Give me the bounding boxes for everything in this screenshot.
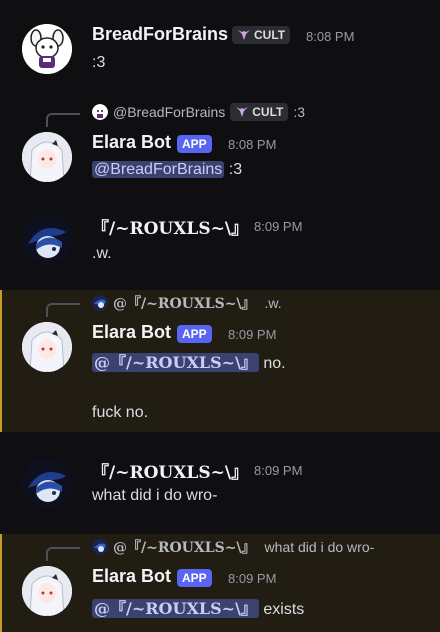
message-text: .w. <box>92 245 112 262</box>
author-name[interactable]: 『/~ROUXLS~\』 <box>92 458 248 483</box>
message-text-line-2: fuck no. <box>92 404 149 421</box>
reply-preview[interactable]: @BreadForBrains CULT :3 <box>92 103 305 121</box>
author-name[interactable]: 『/~ROUXLS~\』 <box>92 214 248 239</box>
reply-spine <box>46 113 80 127</box>
guild-tag[interactable]: CULT <box>232 26 291 44</box>
message-rouxls-2: 『/~ROUXLS~\』 8:09 PM what did i do wro- <box>0 432 440 534</box>
chat-log: BreadForBrains CULT 8:08 PM :3 @BreadFor… <box>0 0 440 632</box>
message-text: @『/~ROUXLS~\』 exists <box>92 595 304 619</box>
reply-guild-tag: CULT <box>230 103 289 121</box>
timestamp: 8:08 PM <box>228 137 277 152</box>
reply-author: @BreadForBrains <box>113 104 226 120</box>
reply-guild-tag-label: CULT <box>252 105 284 119</box>
user-mention[interactable]: @『/~ROUXLS~\』 <box>92 599 259 618</box>
timestamp: 8:09 PM <box>228 571 277 586</box>
guild-tag-label: CULT <box>254 28 286 42</box>
message-elara-1: @BreadForBrains CULT :3 Elara Bot APP 8:… <box>0 100 440 196</box>
rouxls-avatar[interactable] <box>22 214 72 264</box>
goat-head-icon <box>236 107 249 117</box>
reply-author: @『/~ROUXLS~\』 <box>113 540 256 556</box>
message-text-content: :3 <box>228 161 243 178</box>
message-text-content: exists <box>263 601 305 618</box>
elara-avatar[interactable] <box>22 132 72 182</box>
user-mention[interactable]: @BreadForBrains <box>92 161 225 178</box>
timestamp: 8:09 PM <box>254 219 303 234</box>
message-elara-3: @『/~ROUXLS~\』 what did i do wro- Elara B… <box>0 534 440 632</box>
reply-avatar <box>92 295 108 311</box>
reply-preview[interactable]: @『/~ROUXLS~\』 what did i do wro- <box>92 537 374 557</box>
message-text: :3 <box>92 54 106 71</box>
reply-avatar <box>92 104 108 120</box>
message-text: @BreadForBrains :3 <box>92 161 242 179</box>
goat-head-icon <box>238 30 250 40</box>
message-text: @『/~ROUXLS~\』 no. <box>92 349 286 373</box>
message-text: what did i do wro- <box>92 487 218 504</box>
reply-avatar <box>92 539 108 555</box>
timestamp: 8:09 PM <box>254 463 303 478</box>
author-name[interactable]: Elara Bot <box>92 322 171 343</box>
user-mention[interactable]: @『/~ROUXLS~\』 <box>92 353 259 372</box>
breadforbrains-avatar[interactable] <box>22 24 72 74</box>
app-badge: APP <box>177 135 212 153</box>
reply-spine <box>46 303 80 317</box>
author-name[interactable]: Elara Bot <box>92 132 171 153</box>
author-name[interactable]: Elara Bot <box>92 566 171 587</box>
reply-preview[interactable]: @『/~ROUXLS~\』 .w. <box>92 293 282 313</box>
rouxls-avatar[interactable] <box>22 458 72 508</box>
elara-avatar[interactable] <box>22 322 72 372</box>
reply-author: @『/~ROUXLS~\』 <box>113 296 256 312</box>
elara-avatar[interactable] <box>22 566 72 616</box>
author-name[interactable]: BreadForBrains <box>92 24 228 45</box>
reply-text: :3 <box>293 104 306 120</box>
reply-text: what did i do wro- <box>264 539 375 555</box>
message-breadforbrains: BreadForBrains CULT 8:08 PM :3 <box>0 0 440 100</box>
reply-text: .w. <box>264 295 282 311</box>
timestamp: 8:08 PM <box>306 29 355 44</box>
message-text-content: no. <box>263 355 286 372</box>
timestamp: 8:09 PM <box>228 327 277 342</box>
message-rouxls-1: 『/~ROUXLS~\』 8:09 PM .w. <box>0 196 440 290</box>
message-elara-2: @『/~ROUXLS~\』 .w. Elara Bot APP 8:09 PM … <box>0 290 440 432</box>
reply-spine <box>46 547 80 561</box>
app-badge: APP <box>177 325 212 343</box>
app-badge: APP <box>177 569 212 587</box>
